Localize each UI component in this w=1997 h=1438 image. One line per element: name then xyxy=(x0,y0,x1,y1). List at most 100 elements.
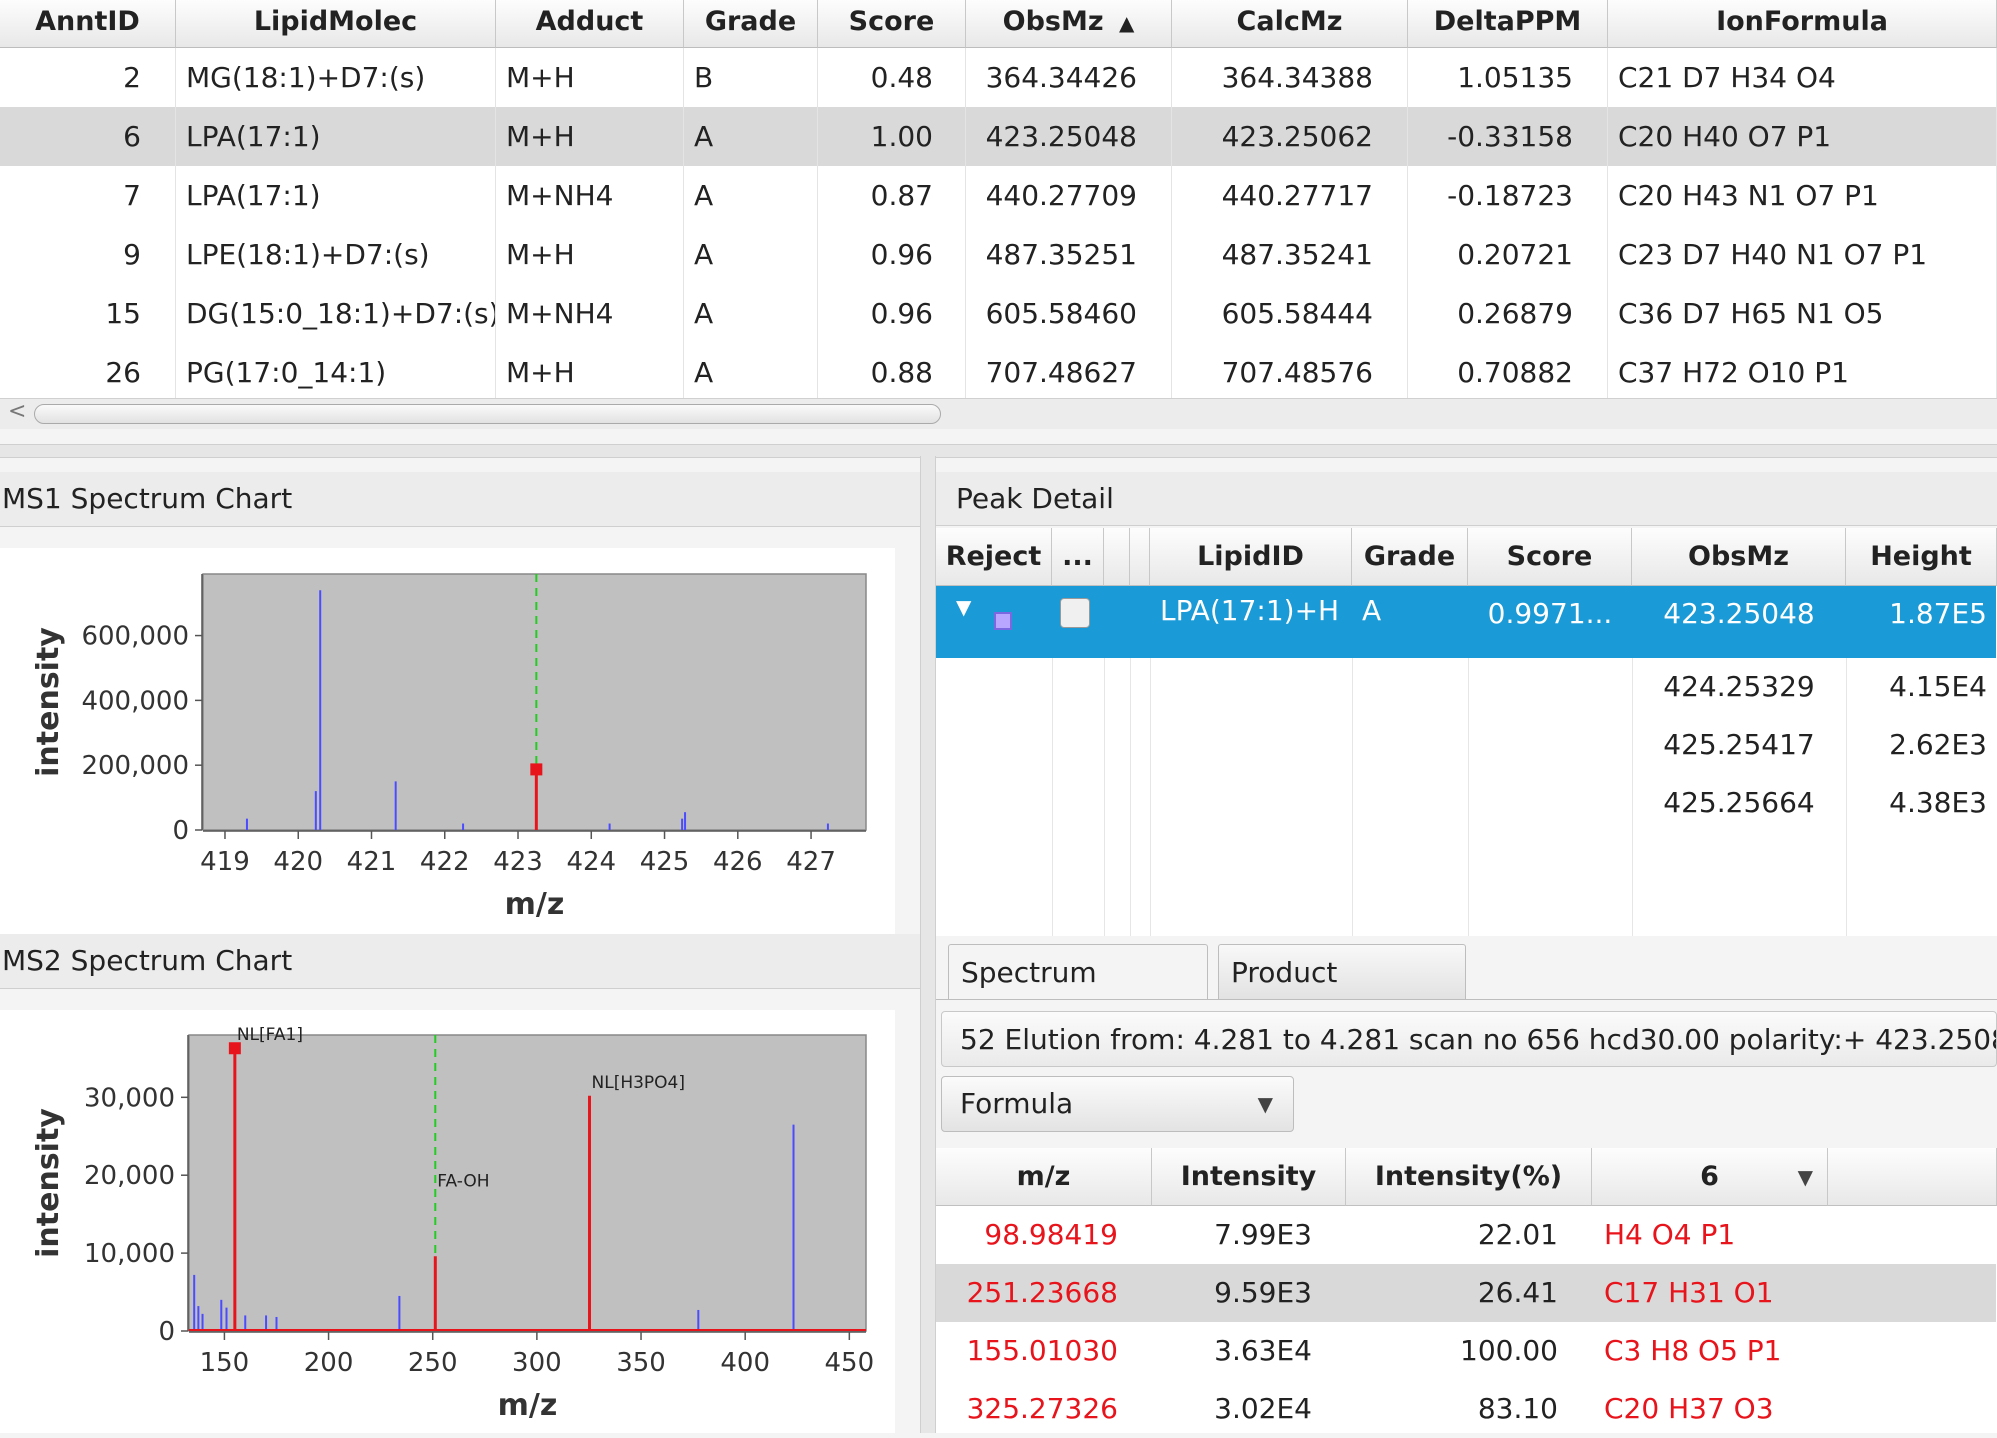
ms1-pane-title: MS1 Spectrum Chart xyxy=(0,472,921,527)
y-tick-label: 400,000 xyxy=(81,686,189,716)
peak-row-obsmz: 425.25664 xyxy=(1663,786,1815,819)
cell-anntid: 15 xyxy=(0,284,176,343)
ms2-pane-title: MS2 Spectrum Chart xyxy=(0,934,921,989)
cell-calcmz: 423.25062 xyxy=(1172,107,1408,166)
peak-row[interactable]: 425.25417 2.62E3 xyxy=(936,716,1996,774)
fragment-row[interactable]: 325.27326 3.02E4 83.10 C20 H37 O3 xyxy=(936,1380,1996,1438)
table-row[interactable]: 9 LPE(18:1)+D7:(s) M+H A 0.96 487.35251 487.35… xyxy=(0,225,1997,284)
peak-row-selected[interactable]: ▼ LPA(17:1)+H A 0.9971... 423.25048 1.87… xyxy=(936,586,1996,658)
cell-adduct: M+NH4 xyxy=(496,284,684,343)
frag-formula: C17 H31 O1 xyxy=(1604,1276,1774,1309)
col-header-reject[interactable]: Reject xyxy=(936,528,1052,586)
vertical-split-divider[interactable] xyxy=(920,456,936,1433)
col-header-anntid[interactable]: AnntID xyxy=(0,0,176,48)
frag-formula: H4 O4 P1 xyxy=(1604,1218,1736,1251)
col-header-height[interactable]: Height xyxy=(1846,528,1997,586)
tab-spectrum-summary[interactable]: Spectrum Summary xyxy=(948,944,1208,1045)
cell-deltappm: 0.26879 xyxy=(1408,284,1608,343)
fragment-table: m/z Intensity Intensity(%) 6 ▼ 98.98419 7… xyxy=(936,1148,1997,1433)
cell-lipidmolec: MG(18:1)+D7:(s) xyxy=(176,48,496,107)
cell-anntid: 7 xyxy=(0,166,176,225)
cell-score: 0.96 xyxy=(818,225,966,284)
col-header-ionformula[interactable]: IonFormula xyxy=(1608,0,1997,48)
x-tick-label: 450 xyxy=(825,1348,875,1378)
frag-intensity-pct: 83.10 xyxy=(1477,1392,1558,1425)
col-header-peak-grade[interactable]: Grade xyxy=(1352,528,1468,586)
frag-formula: C20 H37 O3 xyxy=(1604,1392,1774,1425)
y-tick-label: 10,000 xyxy=(84,1239,175,1269)
cell-anntid: 2 xyxy=(0,48,176,107)
col-header-empty xyxy=(1828,1148,1997,1206)
col-header-lipidmolec[interactable]: LipidMolec xyxy=(176,0,496,48)
tab-product-summary[interactable]: Product Summary xyxy=(1218,944,1466,1045)
cell-obsmz: 423.25048 xyxy=(966,107,1172,166)
x-tick-label: 426 xyxy=(713,847,763,877)
formula-dropdown[interactable]: Formula ▼ xyxy=(941,1076,1294,1132)
y-tick-label: 0 xyxy=(158,1317,175,1347)
col-header-frag-mz[interactable]: m/z xyxy=(936,1148,1152,1206)
col-header-formula-select[interactable]: 6 ▼ xyxy=(1592,1148,1828,1206)
cell-deltappm: 0.20721 xyxy=(1408,225,1608,284)
col-header-score[interactable]: Score xyxy=(818,0,966,48)
cell-grade: A xyxy=(684,107,818,166)
y-tick-label: 200,000 xyxy=(81,751,189,781)
table-row[interactable]: 2 MG(18:1)+D7:(s) M+H B 0.48 364.34426 364.343… xyxy=(0,48,1997,107)
expand-triangle-icon[interactable]: ▼ xyxy=(946,586,986,644)
peak-row[interactable]: 425.25664 4.38E3 xyxy=(936,774,1996,832)
column-menu-icon[interactable]: ▼ xyxy=(1798,1148,1813,1206)
reject-checkbox[interactable] xyxy=(1060,598,1090,628)
x-tick-label: 422 xyxy=(420,847,470,877)
x-tick-label: 300 xyxy=(512,1348,562,1378)
col-header-frag-intensity[interactable]: Intensity xyxy=(1152,1148,1346,1206)
ms1-spectrum-chart[interactable]: 0 200,000 400,000 600,000 419 420 421 422 423 424… xyxy=(0,548,895,940)
cell-lipidmolec: LPA(17:1) xyxy=(176,107,496,166)
ms2-spectrum-chart[interactable]: NL[FA1] NL[H3PO4] FA-OH 0 10,000 20,000 30,000… xyxy=(0,1010,895,1433)
cell-grade: A xyxy=(684,284,818,343)
cell-ionformula: C21 D7 H34 O4 xyxy=(1608,48,1997,107)
table-row[interactable]: 7 LPA(17:1) M+NH4 A 0.87 440.27709 440.27717 -0… xyxy=(0,166,1997,225)
table-row[interactable]: 6 LPA(17:1) M+H A 1.00 423.25048 423.25062 -0.3… xyxy=(0,107,1997,166)
x-tick-label: 400 xyxy=(720,1348,770,1378)
cell-deltappm: 0.70882 xyxy=(1408,343,1608,402)
peak-row-height: 2.62E3 xyxy=(1889,728,1987,761)
col-header-calcmz[interactable]: CalcMz xyxy=(1172,0,1408,48)
col-header-obsmz[interactable]: ObsMz ▲ xyxy=(966,0,1172,48)
scrollbar-thumb[interactable] xyxy=(34,404,941,424)
fragment-row[interactable]: 251.23668 9.59E3 26.41 C17 H31 O1 xyxy=(936,1264,1996,1322)
col-header-peak-score[interactable]: Score xyxy=(1468,528,1632,586)
cell-deltappm: -0.33158 xyxy=(1408,107,1608,166)
x-tick-label: 427 xyxy=(786,847,836,877)
ms2-chart-area: NL[FA1] NL[H3PO4] FA-OH 0 10,000 20,000 30,000… xyxy=(0,1010,895,1433)
col-header-grade[interactable]: Grade xyxy=(684,0,818,48)
x-axis-label: m/z xyxy=(498,1388,558,1423)
cell-calcmz: 487.35241 xyxy=(1172,225,1408,284)
peak-row[interactable]: 424.25329 4.15E4 xyxy=(936,658,1996,716)
frag-intensity-pct: 100.00 xyxy=(1460,1334,1558,1367)
cell-anntid: 26 xyxy=(0,343,176,402)
cell-grade: A xyxy=(684,225,818,284)
col-header-more[interactable]: ... xyxy=(1052,528,1104,586)
peak-height: 1.87E5 xyxy=(1889,597,1987,630)
scroll-left-arrow-icon[interactable]: < xyxy=(8,399,26,424)
peak-row-obsmz: 425.25417 xyxy=(1663,728,1815,761)
frag-formula: C3 H8 O5 P1 xyxy=(1604,1334,1782,1367)
split-divider[interactable] xyxy=(0,444,1997,458)
cell-adduct: M+H xyxy=(496,107,684,166)
scan-info-field[interactable]: 52 Elution from: 4.281 to 4.281 scan no … xyxy=(941,1011,1997,1067)
ms1-chart-area: 0 200,000 400,000 600,000 419 420 421 422 423 424… xyxy=(0,548,895,940)
x-tick-label: 423 xyxy=(493,847,543,877)
fragment-row[interactable]: 155.01030 3.63E4 100.00 C3 H8 O5 P1 xyxy=(936,1322,1996,1380)
col-header-deltappm[interactable]: DeltaPPM xyxy=(1408,0,1608,48)
fragment-row[interactable]: 98.98419 7.99E3 22.01 H4 O4 P1 xyxy=(936,1206,1996,1264)
col-header-frag-intensity-pct[interactable]: Intensity(%) xyxy=(1346,1148,1592,1206)
table-row[interactable]: 26 PG(17:0_14:1) M+H A 0.88 707.48627 707.4857… xyxy=(0,343,1997,402)
table-row[interactable]: 15 DG(15:0_18:1)+D7:(s) M+NH4 A 0.96 605.5846… xyxy=(0,284,1997,343)
horizontal-scrollbar[interactable]: < xyxy=(0,398,1997,429)
col-header-adduct[interactable]: Adduct xyxy=(496,0,684,48)
cell-grade: B xyxy=(684,48,818,107)
cell-anntid: 9 xyxy=(0,225,176,284)
col-header-peak-obsmz[interactable]: ObsMz xyxy=(1632,528,1846,586)
cell-adduct: M+H xyxy=(496,343,684,402)
col-header-lipidid[interactable]: LipidID xyxy=(1150,528,1352,586)
frag-intensity-pct: 22.01 xyxy=(1477,1218,1558,1251)
